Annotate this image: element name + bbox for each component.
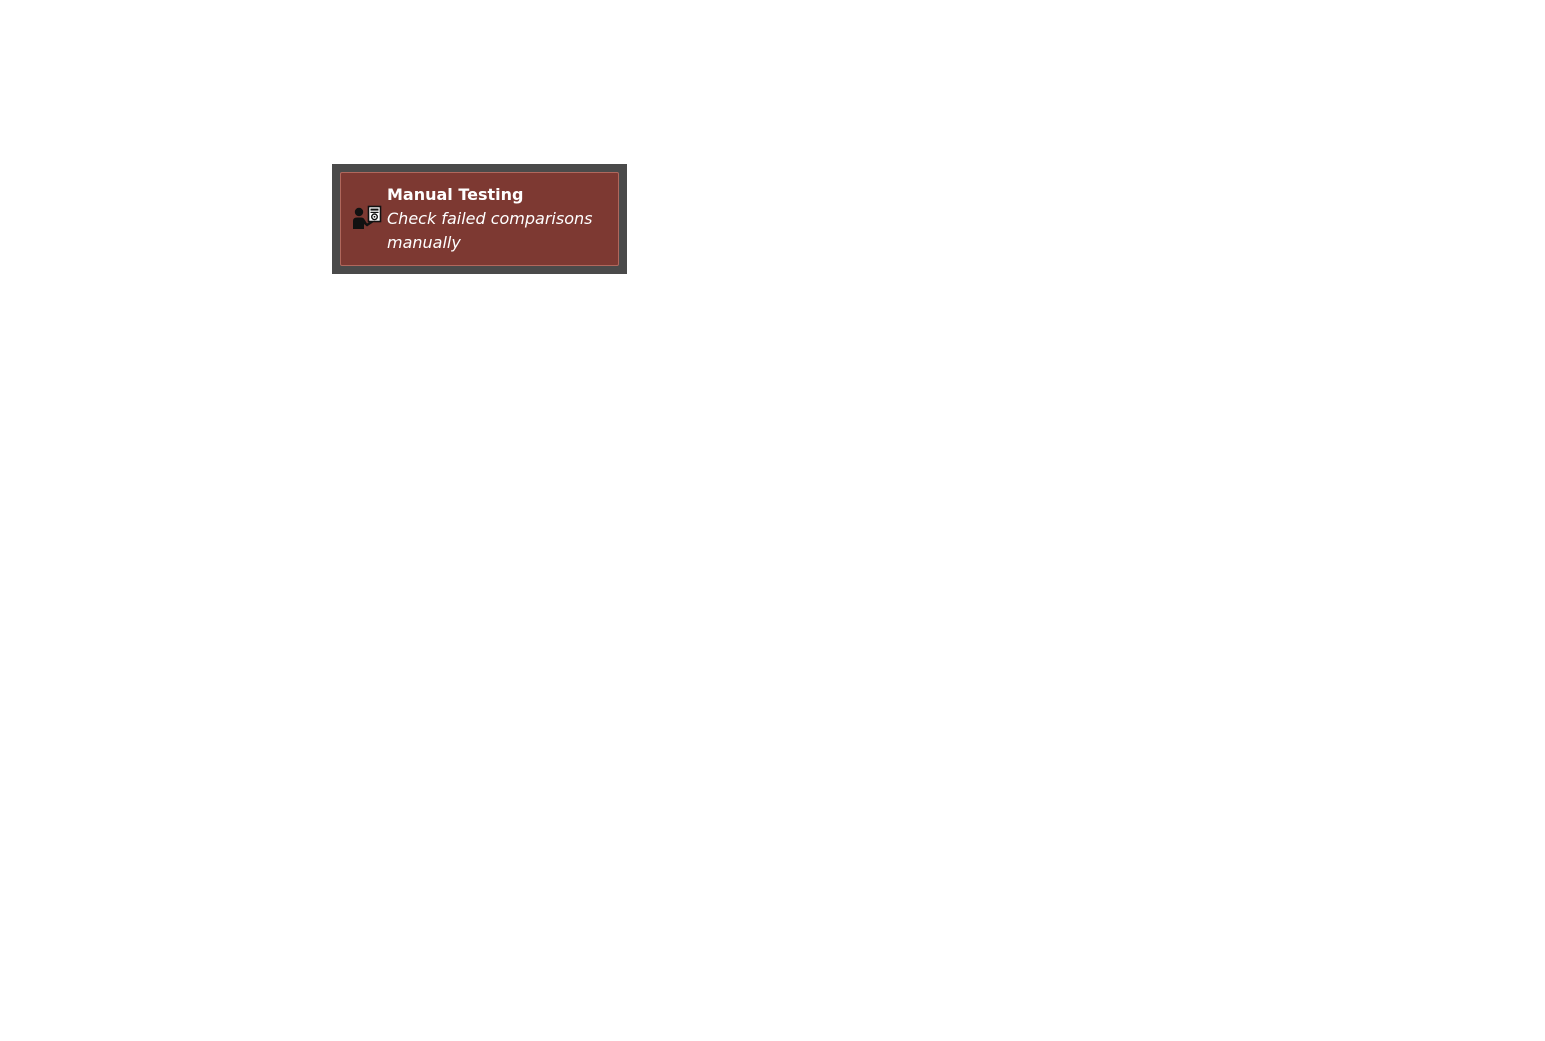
tile-frame: Manual Testing Check failed comparisons … [332,164,627,274]
person-with-document-icon [351,205,383,233]
tile-title: Manual Testing [387,185,524,204]
manual-testing-tile[interactable]: Manual Testing Check failed comparisons … [340,172,619,266]
page-canvas: Manual Testing Check failed comparisons … [0,0,1545,1041]
tile-subtitle: Check failed comparisons manually [387,209,593,252]
tile-text: Manual Testing Check failed comparisons … [387,183,608,255]
